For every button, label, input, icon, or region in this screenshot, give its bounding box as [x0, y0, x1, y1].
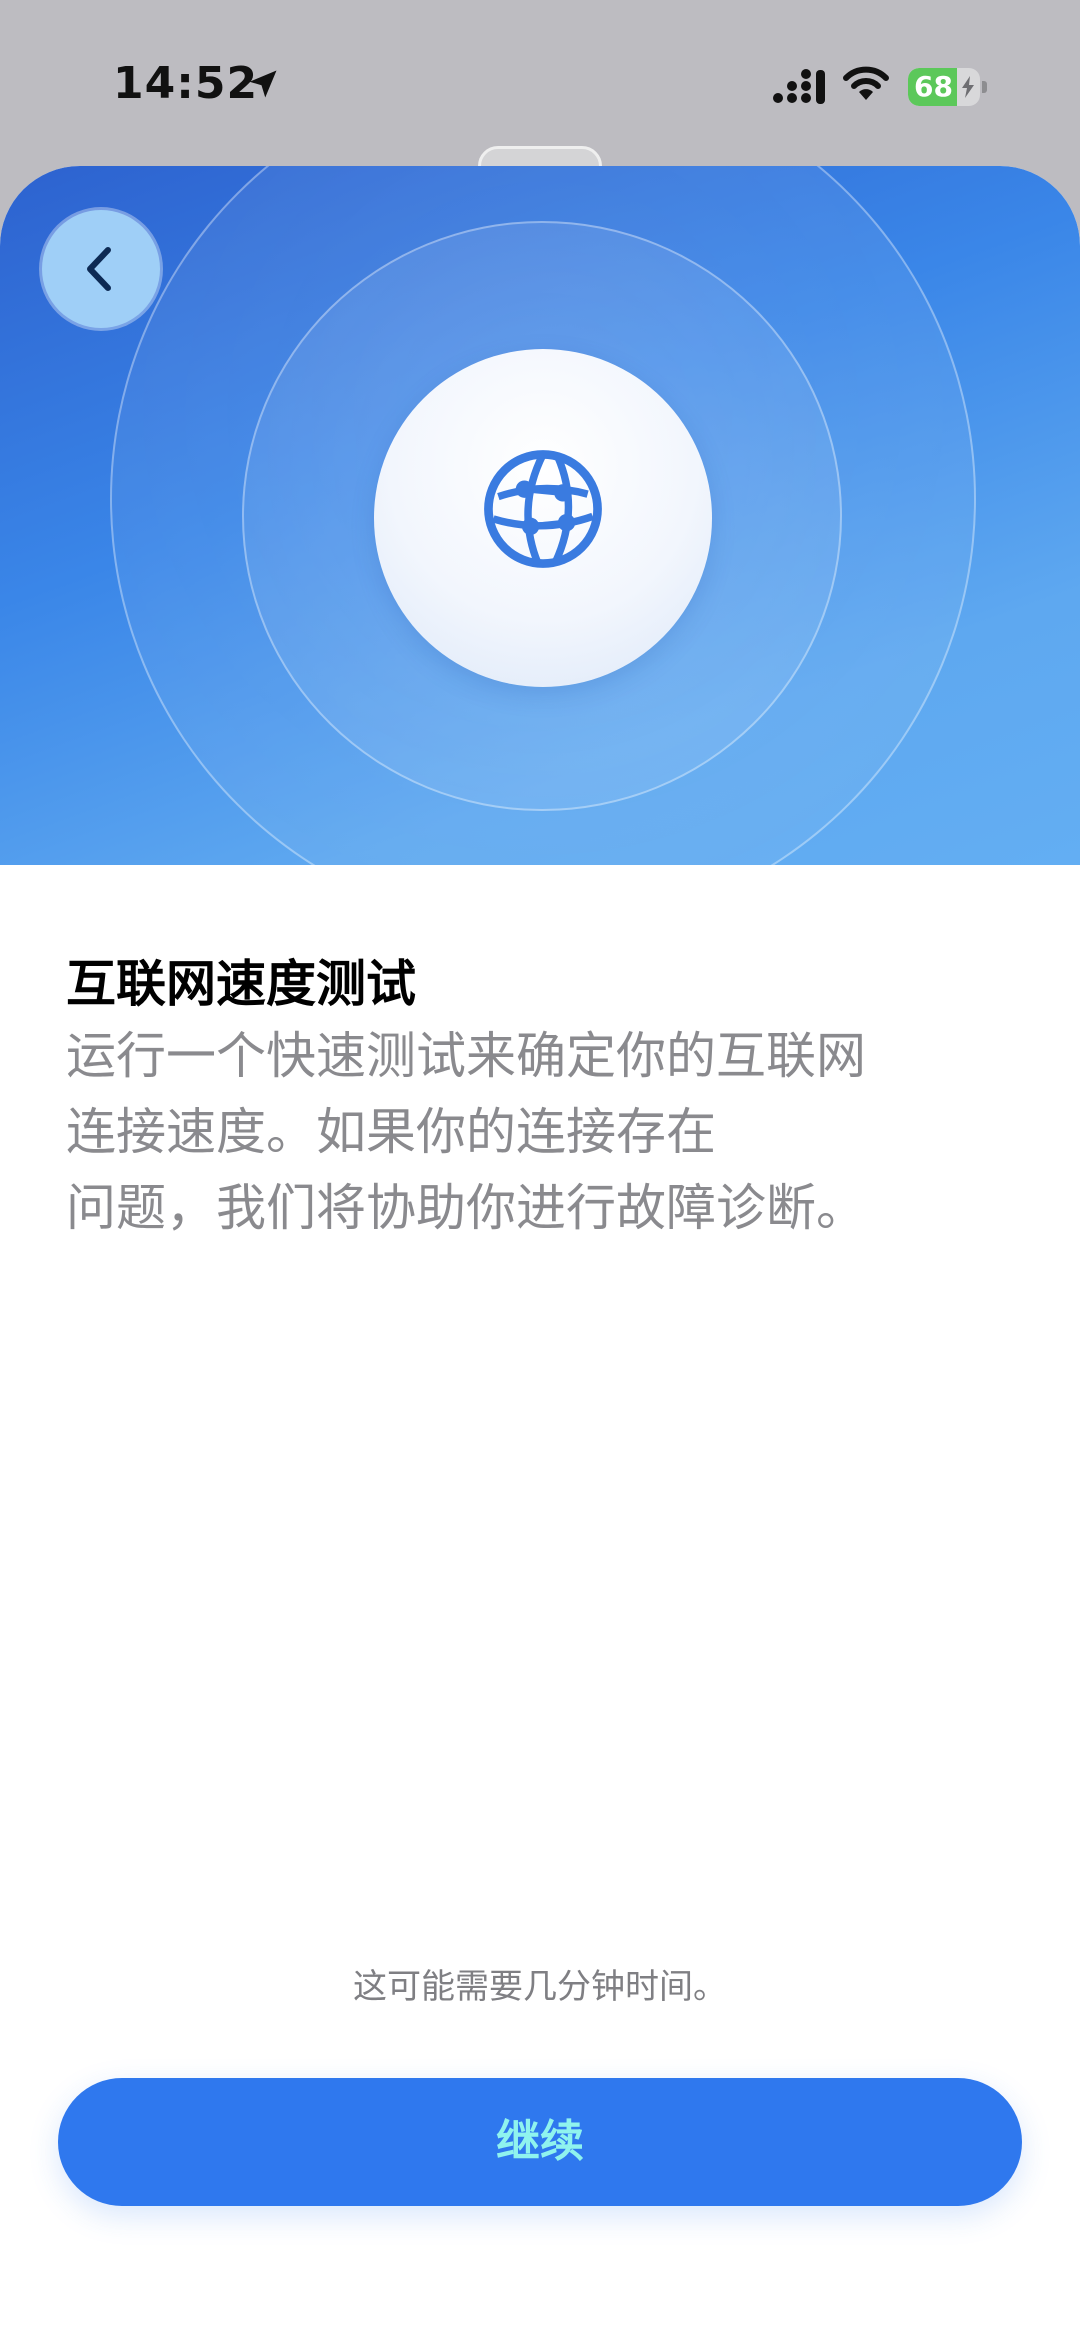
hero-banner — [0, 166, 1080, 865]
battery-indicator: 68 — [908, 68, 988, 106]
page-title: 互联网速度测试 — [66, 955, 416, 1013]
battery-cap — [982, 81, 987, 93]
duration-note: 这可能需要几分钟时间。 — [353, 1967, 727, 2007]
battery-body: 68 — [908, 68, 980, 106]
description-text: 运行一个快速测试来确定你的互联网 连接速度。如果你的连接存在 问题，我们将协助你… — [66, 1027, 866, 1237]
cellular-signal-icon — [773, 69, 825, 104]
location-arrow-icon — [249, 70, 277, 98]
globe-icon — [484, 450, 602, 568]
status-bar: 14:52 68 — [0, 0, 1080, 170]
back-button[interactable] — [42, 210, 160, 328]
chevron-left-icon — [87, 247, 111, 291]
status-time: 14:52 — [113, 58, 259, 109]
wifi-icon — [843, 66, 889, 100]
speed-test-sheet: 互联网速度测试 运行一个快速测试来确定你的互联网 连接速度。如果你的连接存在 问… — [0, 166, 1080, 2348]
continue-button[interactable]: 继续 — [58, 2078, 1022, 2206]
battery-charging-icon — [962, 76, 974, 98]
